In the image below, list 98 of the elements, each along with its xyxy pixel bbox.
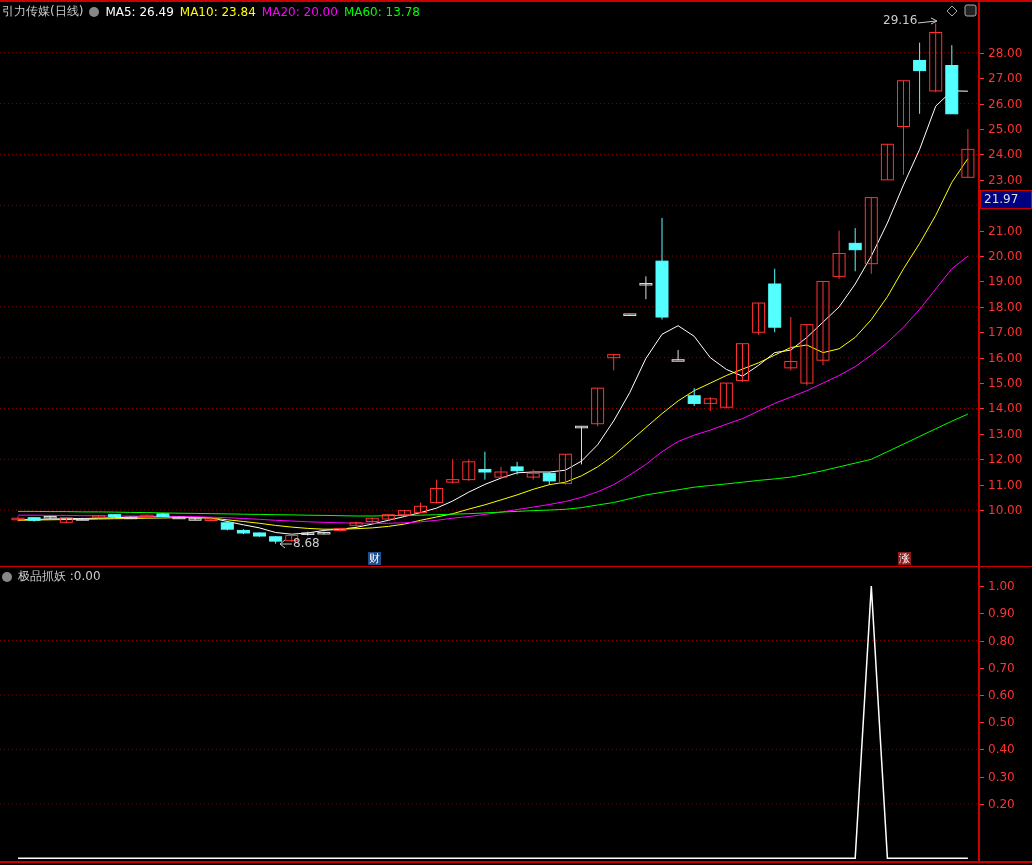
high-price-label: 29.16 [883,13,918,27]
candlestick [188,517,202,521]
candlestick [752,302,766,336]
candlestick [736,343,749,383]
candlestick [591,387,605,427]
price-axis-label: 15.00 [988,375,1023,392]
candlestick [414,502,427,514]
panel-toggle-icon[interactable] [964,4,977,17]
candlestick [478,451,492,481]
candlestick [27,516,41,523]
price-axis-label: 12.00 [988,451,1023,468]
candlestick [768,268,782,333]
price-axis-label: 23.00 [988,171,1023,188]
candlestick [784,316,798,371]
candlestick [108,513,122,518]
candlestick [75,517,89,521]
price-axis-label: 25.00 [988,121,1023,137]
candlestick [365,517,379,524]
indicator-axis-label: 0.60 [988,686,1015,703]
indicator-axis-label: 0.50 [988,714,1015,731]
candlestick [349,521,363,528]
moving-average-label: MA20: 20.00 [261,4,338,19]
indicator-axis-label: 0.30 [988,768,1015,785]
candlestick [945,44,959,115]
price-axis-label: 14.00 [988,400,1023,417]
candlestick [832,230,846,280]
candlestick [623,313,637,316]
event-marker[interactable]: 财 [368,552,381,565]
price-axis-label: 13.00 [988,425,1023,442]
chart-title: 引力传媒(日线) [2,3,84,20]
candlestick [220,521,234,531]
candlestick [494,466,508,479]
price-axis-label: 17.00 [988,324,1023,341]
candlestick [92,514,105,519]
price-axis-label: 10.00 [988,502,1023,519]
event-marker[interactable]: 涨 [898,552,911,565]
candlestick [446,458,460,484]
candlestick [317,531,331,535]
price-axis-label: 16.00 [988,349,1023,366]
dropdown-icon[interactable] [2,571,12,582]
candlestick [269,535,283,545]
candlestick [687,387,701,407]
dropdown-icon[interactable] [89,6,100,17]
price-axis-label: 19.00 [988,273,1023,290]
candlestick [575,425,588,465]
candlestick [848,227,862,272]
candlestick [639,275,653,300]
candlestick [671,349,685,362]
indicator-label: 极品抓妖 :0.00 [18,568,101,585]
candlestick [929,22,943,93]
price-axis-label: 24.00 [988,146,1023,163]
price-axis-label: 28.00 [988,44,1023,61]
candlestick [430,479,444,505]
candlestick [172,515,186,520]
candlestick [526,468,540,481]
candlestick [542,471,556,486]
indicator-axis-label: 0.70 [988,659,1015,676]
candlestick [236,528,250,535]
candlestick [510,461,524,476]
price-axis-label: 26.00 [988,95,1023,112]
candlestick [301,531,315,536]
candlestick [140,514,154,519]
price-axis-label: 18.00 [988,298,1023,315]
candlestick [11,515,25,523]
candlestick [607,353,621,371]
candlestick [333,527,347,533]
candlestick [156,512,170,518]
price-axis-label: 11.00 [988,476,1023,493]
low-price-label: 8.68 [293,536,320,550]
candlestick [204,517,218,522]
indicator-axis-label: 1.00 [988,578,1015,595]
candlestick [558,453,572,486]
current-price-tag: 21.97 [980,190,1032,209]
candlestick [124,515,138,520]
arrow-icon [279,539,293,549]
moving-average-label: MA10: 23.84 [179,4,256,19]
indicator-axis-label: 0.90 [988,605,1015,622]
candlestick [59,516,73,524]
candlestick [43,515,57,520]
moving-average-label: MA60: 13.78 [343,4,420,19]
candlestick [719,382,733,409]
price-axis-label: 21.00 [988,222,1023,239]
indicator-axis-label: 0.20 [988,795,1015,812]
moving-average-label: MA5: 26.49 [105,4,174,19]
indicator-axis-label: 0.80 [988,632,1015,649]
candlestick [880,143,894,181]
candlestick [397,509,411,516]
candlestick [961,128,975,178]
price-axis-label: 27.00 [988,70,1023,87]
candlestick [462,458,476,482]
diamond-icon [946,5,958,17]
candlestick [703,396,717,412]
price-axis-label: 20.00 [988,248,1023,265]
arrow-icon [917,17,938,25]
candlestick [381,513,395,521]
indicator-axis-label: 0.40 [988,741,1015,758]
candlestick [253,531,266,538]
candlestick [800,324,814,387]
